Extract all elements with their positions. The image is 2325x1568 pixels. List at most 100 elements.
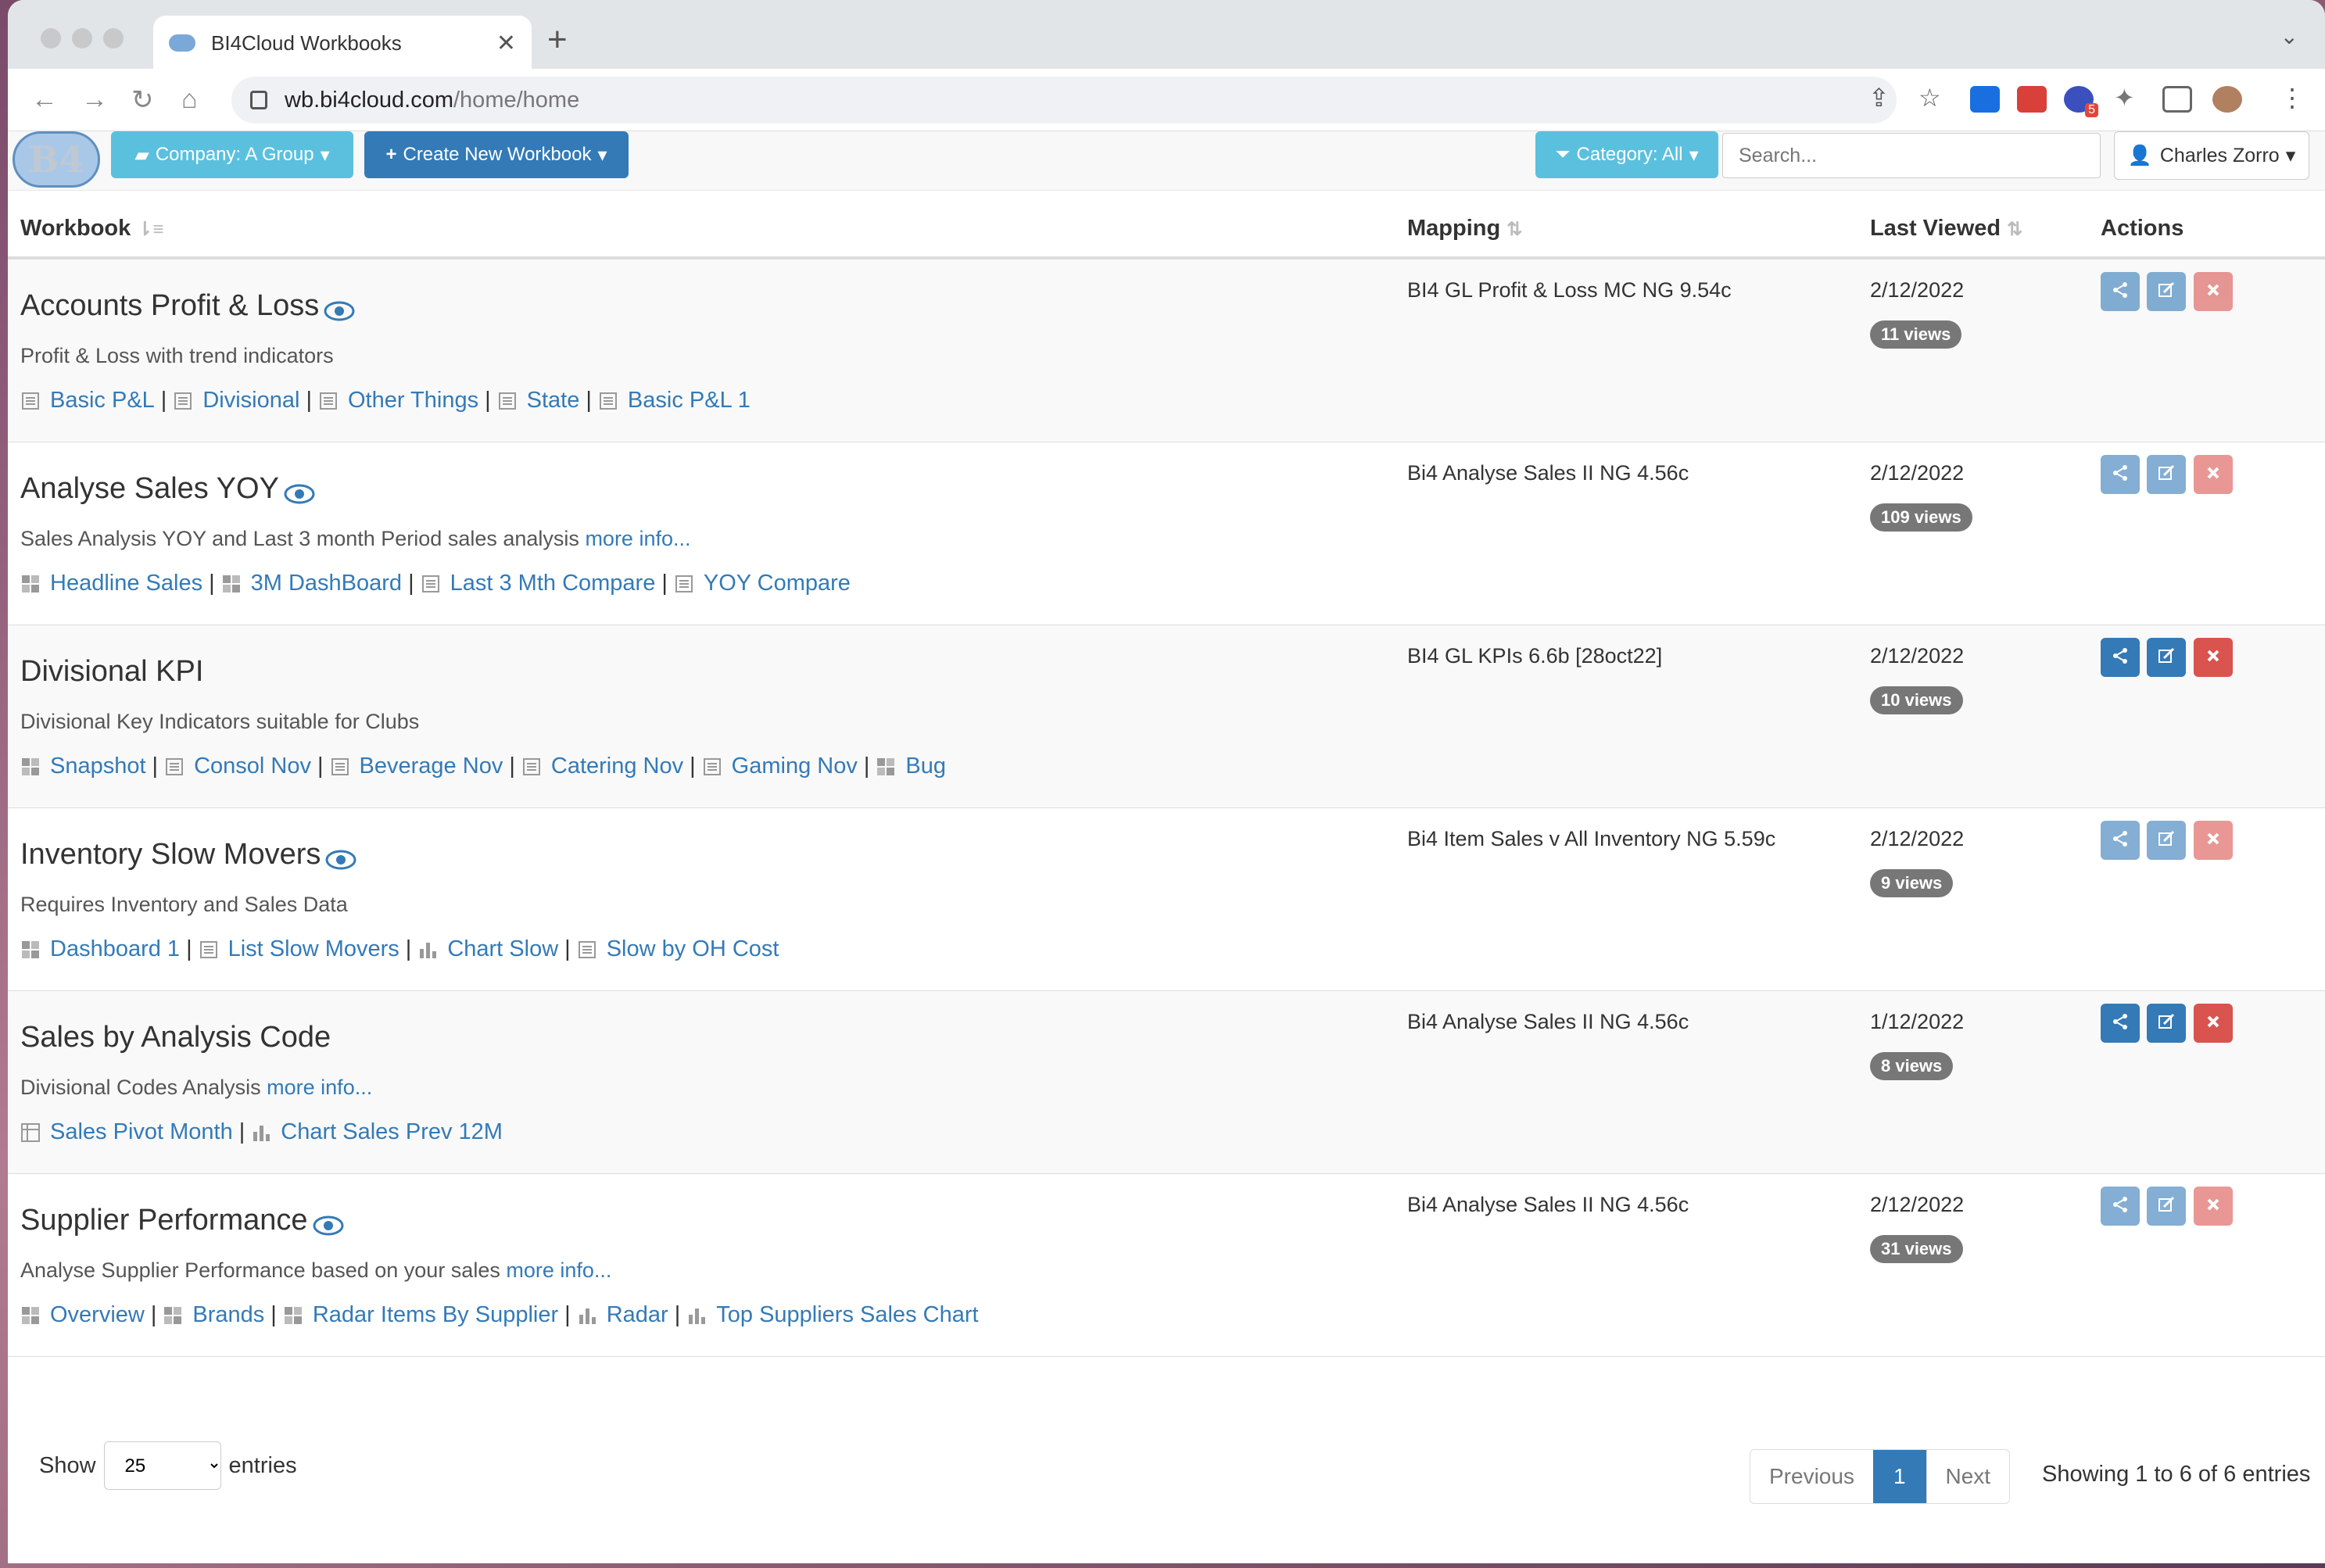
share-button[interactable]	[2101, 272, 2140, 311]
sheet-link[interactable]: Sales Pivot Month	[50, 1119, 233, 1144]
sheet-link[interactable]: YOY Compare	[704, 571, 851, 596]
new-tab-button[interactable]: +	[547, 20, 568, 59]
share-button[interactable]	[2101, 1187, 2140, 1226]
sheet-link[interactable]: Gaming Nov	[732, 754, 858, 779]
minimize-window-button[interactable]	[72, 28, 92, 48]
back-icon[interactable]: ←	[31, 84, 58, 115]
extension-red-icon[interactable]	[2017, 86, 2047, 113]
close-tab-icon[interactable]: ✕	[496, 30, 516, 57]
url-field[interactable]: wb.bi4cloud.com/home/home	[231, 77, 1897, 124]
delete-button[interactable]	[2194, 638, 2233, 677]
edit-button[interactable]	[2147, 272, 2186, 311]
sheet-link[interactable]: Headline Sales	[50, 571, 202, 596]
eye-icon[interactable]	[284, 479, 315, 504]
sheet-link[interactable]: Catering Nov	[551, 754, 683, 779]
share-button[interactable]	[2101, 821, 2140, 860]
sheet-link[interactable]: Brands	[192, 1302, 264, 1327]
delete-button[interactable]	[2194, 1187, 2233, 1226]
forward-icon[interactable]: →	[81, 84, 108, 115]
sheet-link[interactable]: Slow by OH Cost	[607, 936, 779, 961]
eye-icon[interactable]	[313, 1211, 344, 1236]
delete-button[interactable]	[2194, 1004, 2233, 1043]
share-button[interactable]	[2101, 1004, 2140, 1043]
sheet-link[interactable]: Bug	[905, 754, 946, 779]
bi4-logo[interactable]: B4	[13, 131, 100, 188]
previous-button[interactable]: Previous	[1750, 1450, 1873, 1503]
extension-badge-icon[interactable]: 5	[2064, 86, 2098, 117]
bookmark-star-icon[interactable]: ☆	[1918, 83, 1941, 113]
share-button[interactable]	[2101, 455, 2140, 494]
user-menu-button[interactable]: 👤 Charles Zorro ▾	[2114, 131, 2309, 180]
col-last-viewed-label: Last Viewed	[1870, 216, 2001, 241]
list-icon	[199, 940, 219, 960]
separator: |	[564, 936, 571, 961]
tag-icon: ▰	[134, 144, 149, 166]
company-dropdown[interactable]: ▰ Company: A Group ▾	[111, 131, 353, 178]
dashboard-icon	[20, 757, 41, 777]
edit-button[interactable]	[2147, 455, 2186, 494]
edit-button[interactable]	[2147, 1187, 2186, 1226]
maximize-window-button[interactable]	[103, 28, 124, 48]
search-input[interactable]	[1722, 133, 2101, 178]
side-panel-icon[interactable]	[2162, 86, 2192, 113]
edit-button[interactable]	[2147, 821, 2186, 860]
share-button[interactable]	[2101, 638, 2140, 677]
sheet-link[interactable]: Top Suppliers Sales Chart	[716, 1302, 978, 1327]
col-last-viewed[interactable]: Last Viewed ⇅	[1870, 216, 2022, 242]
list-icon	[20, 391, 41, 411]
sheet-link[interactable]: Last 3 Mth Compare	[450, 571, 656, 596]
sheet-link[interactable]: Overview	[50, 1302, 145, 1327]
separator: |	[160, 388, 167, 413]
sheet-link[interactable]: State	[527, 388, 580, 413]
edit-button[interactable]	[2147, 638, 2186, 677]
workbook-title-link[interactable]: Inventory Slow Movers	[20, 838, 321, 871]
next-button[interactable]: Next	[1926, 1450, 2010, 1503]
col-workbook[interactable]: Workbook ⇂≡	[20, 216, 163, 242]
more-info-link[interactable]: more info...	[267, 1076, 372, 1099]
sheet-link[interactable]: Basic P&L	[50, 388, 155, 413]
entries-select[interactable]: 25	[103, 1441, 221, 1490]
more-info-link[interactable]: more info...	[506, 1258, 611, 1282]
eye-icon[interactable]	[324, 296, 355, 321]
sheet-link[interactable]: Radar	[607, 1302, 668, 1327]
close-window-button[interactable]	[41, 28, 61, 48]
reload-icon[interactable]: ↻	[131, 84, 154, 116]
sheet-link[interactable]: Chart Slow	[447, 936, 558, 961]
workbook-description: Divisional Codes Analysis more info...	[20, 1076, 372, 1100]
workbook-title-link[interactable]: Sales by Analysis Code	[20, 1021, 331, 1054]
tab-search-chevron-icon[interactable]: ⌄	[2280, 23, 2298, 49]
sheet-link[interactable]: List Slow Movers	[228, 936, 399, 961]
workbook-title-link[interactable]: Accounts Profit & Loss	[20, 289, 319, 322]
sheet-link[interactable]: Radar Items By Supplier	[313, 1302, 558, 1327]
profile-avatar[interactable]	[2212, 86, 2242, 113]
page-1-button[interactable]: 1	[1872, 1450, 1926, 1503]
delete-button[interactable]	[2194, 455, 2233, 494]
browser-tab[interactable]: BI4Cloud Workbooks ✕	[153, 16, 532, 70]
eye-icon[interactable]	[325, 845, 356, 870]
sheet-link[interactable]: Other Things	[348, 388, 478, 413]
sheet-link[interactable]: Snapshot	[50, 754, 146, 779]
sheet-link[interactable]: 3M DashBoard	[251, 571, 402, 596]
extension-blue-icon[interactable]	[1970, 86, 2000, 113]
sheet-link[interactable]: Consol Nov	[194, 754, 311, 779]
more-info-link[interactable]: more info...	[585, 527, 690, 550]
category-filter-dropdown[interactable]: ⏷ Category: All ▾	[1535, 131, 1718, 178]
workbook-title-link[interactable]: Supplier Performance	[20, 1204, 308, 1237]
edit-button[interactable]	[2147, 1004, 2186, 1043]
pivot-icon	[20, 1122, 41, 1143]
browser-menu-icon[interactable]: ⋮	[2280, 83, 2305, 113]
create-workbook-button[interactable]: + Create New Workbook ▾	[364, 131, 629, 178]
extensions-puzzle-icon[interactable]: ✦	[2114, 83, 2135, 113]
home-icon[interactable]: ⌂	[181, 84, 198, 115]
workbook-title-link[interactable]: Analyse Sales YOY	[20, 472, 279, 505]
sheet-link[interactable]: Beverage Nov	[360, 754, 503, 779]
delete-button[interactable]	[2194, 821, 2233, 860]
share-page-icon[interactable]: ⇪	[1868, 83, 1890, 113]
workbook-title-link[interactable]: Divisional KPI	[20, 655, 203, 688]
sheet-link[interactable]: Dashboard 1	[50, 936, 180, 961]
sheet-link[interactable]: Chart Sales Prev 12M	[281, 1119, 503, 1144]
col-mapping[interactable]: Mapping ⇅	[1407, 216, 1522, 242]
sheet-link[interactable]: Basic P&L 1	[628, 388, 751, 413]
delete-button[interactable]	[2194, 272, 2233, 311]
sheet-link[interactable]: Divisional	[202, 388, 299, 413]
